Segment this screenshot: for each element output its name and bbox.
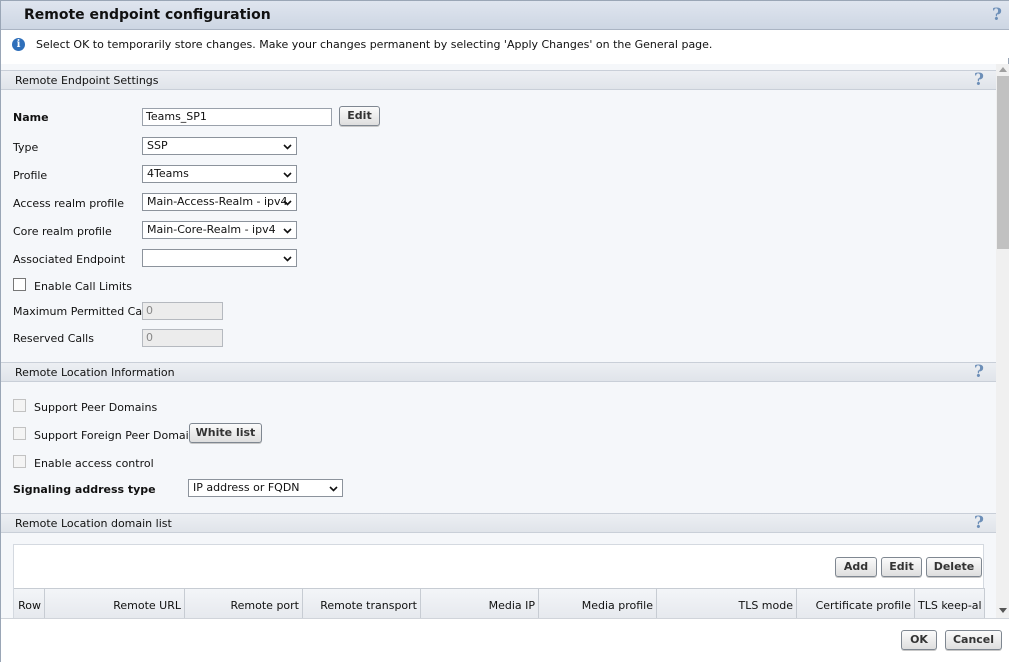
domain-table-header: Row Remote URL Remote port Remote transp… [14, 588, 985, 618]
reserved-calls-label: Reserved Calls [13, 332, 94, 345]
type-value: SSP [147, 139, 168, 152]
info-bar: i Select OK to temporarily store changes… [1, 30, 1009, 58]
chevron-down-icon [329, 486, 338, 492]
signaling-address-type-value: IP address or FQDN [193, 481, 300, 494]
core-realm-value: Main-Core-Realm - ipv4 [147, 223, 276, 236]
associated-endpoint-label: Associated Endpoint [13, 253, 126, 266]
enable-call-limits-checkbox[interactable] [13, 278, 26, 291]
scroll-up-icon[interactable] [999, 66, 1007, 72]
reserved-calls-input[interactable]: 0 [142, 329, 223, 347]
section-header-remote-endpoint-settings: Remote Endpoint Settings ? [1, 70, 996, 90]
signaling-address-type-select[interactable]: IP address or FQDN [188, 479, 343, 497]
access-realm-select[interactable]: Main-Access-Realm - ipv4 [142, 193, 297, 211]
max-permitted-calls-input[interactable]: 0 [142, 302, 223, 320]
section-title: Remote Location domain list [15, 517, 172, 530]
support-foreign-peer-domains-label: Support Foreign Peer Domains [34, 429, 202, 442]
info-icon: i [12, 38, 25, 51]
column-header-tls-mode[interactable]: TLS mode [657, 588, 797, 618]
ok-button[interactable]: OK [901, 630, 937, 650]
support-foreign-peer-domains-checkbox[interactable] [13, 427, 26, 440]
core-realm-select[interactable]: Main-Core-Realm - ipv4 [142, 221, 297, 239]
vertical-scrollbar[interactable] [996, 64, 1009, 618]
column-header-media-profile[interactable]: Media profile [539, 588, 657, 618]
type-select[interactable]: SSP [142, 137, 297, 155]
help-icon[interactable]: ? [972, 71, 986, 89]
edit-name-button[interactable]: Edit [339, 106, 380, 126]
core-realm-label: Core realm profile [13, 225, 112, 238]
profile-label: Profile [13, 169, 48, 182]
chevron-down-icon [283, 228, 292, 234]
enable-call-limits-label: Enable Call Limits [34, 280, 132, 293]
chevron-down-icon [283, 172, 292, 178]
add-domain-button[interactable]: Add [835, 557, 877, 577]
profile-select[interactable]: 4Teams [142, 165, 297, 183]
name-input[interactable]: Teams_SP1 [142, 108, 332, 126]
column-header-tls-keepalive[interactable]: TLS keep-al [915, 588, 985, 618]
chevron-down-icon [283, 200, 292, 206]
associated-endpoint-select[interactable] [142, 249, 297, 267]
max-permitted-calls-label: Maximum Permitted Calls [13, 305, 154, 318]
chevron-down-icon [283, 256, 292, 262]
section-header-remote-location-information: Remote Location Information ? [1, 362, 996, 382]
title-bar: Remote endpoint configuration ? [1, 1, 1009, 30]
enable-access-control-checkbox[interactable] [13, 455, 26, 468]
profile-value: 4Teams [147, 167, 189, 180]
access-realm-value: Main-Access-Realm - ipv4 [147, 195, 288, 208]
dialog-title: Remote endpoint configuration [24, 7, 271, 23]
info-message: Select OK to temporarily store changes. … [36, 38, 713, 51]
column-header-remote-url[interactable]: Remote URL [45, 588, 185, 618]
delete-domain-button[interactable]: Delete [926, 557, 982, 577]
support-peer-domains-label: Support Peer Domains [34, 401, 158, 414]
column-header-remote-transport[interactable]: Remote transport [303, 588, 421, 618]
column-header-row[interactable]: Row [14, 588, 45, 618]
dialog-footer: OK Cancel [1, 618, 1009, 663]
domain-list-panel: Add Edit Delete Row Remote URL Remote po… [13, 544, 985, 618]
help-icon[interactable]: ? [990, 6, 1004, 24]
access-realm-label: Access realm profile [13, 197, 124, 210]
column-header-media-ip[interactable]: Media IP [421, 588, 539, 618]
column-header-certificate-profile[interactable]: Certificate profile [797, 588, 915, 618]
type-label: Type [13, 141, 39, 154]
signaling-address-type-label: Signaling address type [13, 483, 156, 496]
section-title: Remote Location Information [15, 366, 175, 379]
chevron-down-icon [283, 144, 292, 150]
section-title: Remote Endpoint Settings [15, 74, 159, 87]
section-header-remote-location-domain-list: Remote Location domain list ? [1, 513, 996, 533]
edit-domain-button[interactable]: Edit [881, 557, 922, 577]
help-icon[interactable]: ? [972, 363, 986, 381]
scrollbar-thumb[interactable] [997, 76, 1009, 249]
column-header-remote-port[interactable]: Remote port [185, 588, 303, 618]
enable-access-control-label: Enable access control [34, 457, 154, 470]
settings-content: Remote Endpoint Settings ? Name Teams_SP… [1, 64, 996, 618]
cancel-button[interactable]: Cancel [945, 630, 1002, 650]
help-icon[interactable]: ? [972, 514, 986, 532]
support-peer-domains-checkbox[interactable] [13, 399, 26, 412]
scroll-down-icon[interactable] [999, 608, 1007, 614]
white-list-button[interactable]: White list [189, 423, 262, 443]
name-label: Name [13, 111, 49, 124]
remote-endpoint-dialog: Remote endpoint configuration ? i Select… [0, 0, 1009, 663]
